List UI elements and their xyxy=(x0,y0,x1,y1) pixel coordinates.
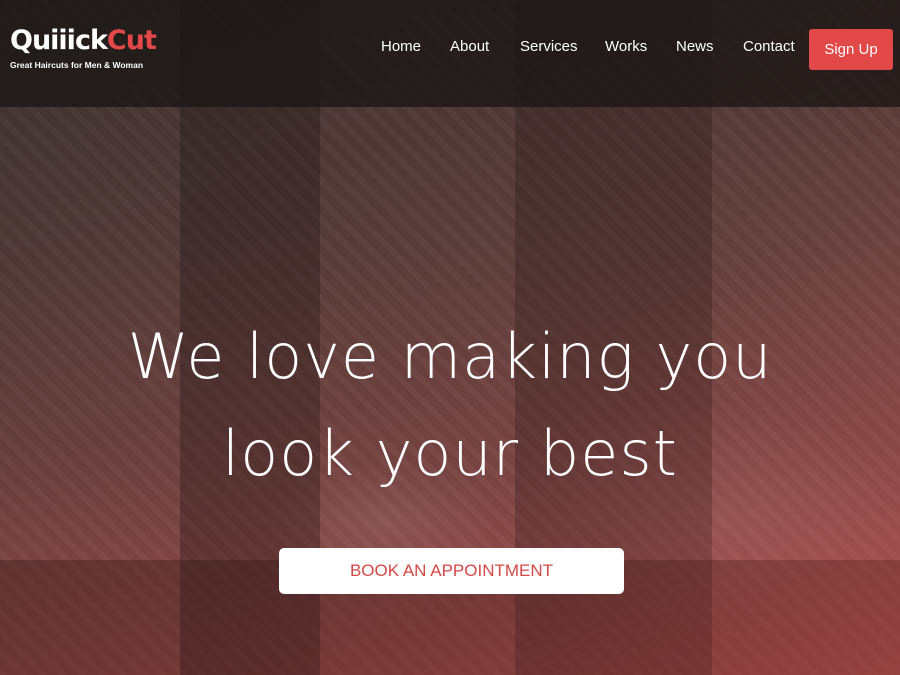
nav-link-works[interactable]: Works xyxy=(605,38,647,55)
hero-headline-line-2: look your best xyxy=(222,417,678,490)
brand-name: QuiiickCut xyxy=(10,25,157,56)
nav-link-news[interactable]: News xyxy=(676,38,714,55)
nav-link-about[interactable]: About xyxy=(450,38,489,55)
hero-headline: We love making you look your best xyxy=(0,308,900,502)
nav-link-home[interactable]: Home xyxy=(381,38,421,55)
brand-tagline: Great Haircuts for Men & Woman xyxy=(10,60,144,70)
book-appointment-button[interactable]: BOOK AN APPOINTMENT xyxy=(279,548,624,594)
sign-up-button[interactable]: Sign Up xyxy=(809,29,893,70)
top-navbar: QuiiickCut Great Haircuts for Men & Woma… xyxy=(0,0,900,107)
nav-link-services[interactable]: Services xyxy=(520,38,578,55)
hero-headline-line-1: We love making you xyxy=(127,320,773,393)
nav-link-contact[interactable]: Contact xyxy=(743,38,795,55)
brand-logo[interactable]: QuiiickCut Great Haircuts for Men & Woma… xyxy=(10,24,157,70)
